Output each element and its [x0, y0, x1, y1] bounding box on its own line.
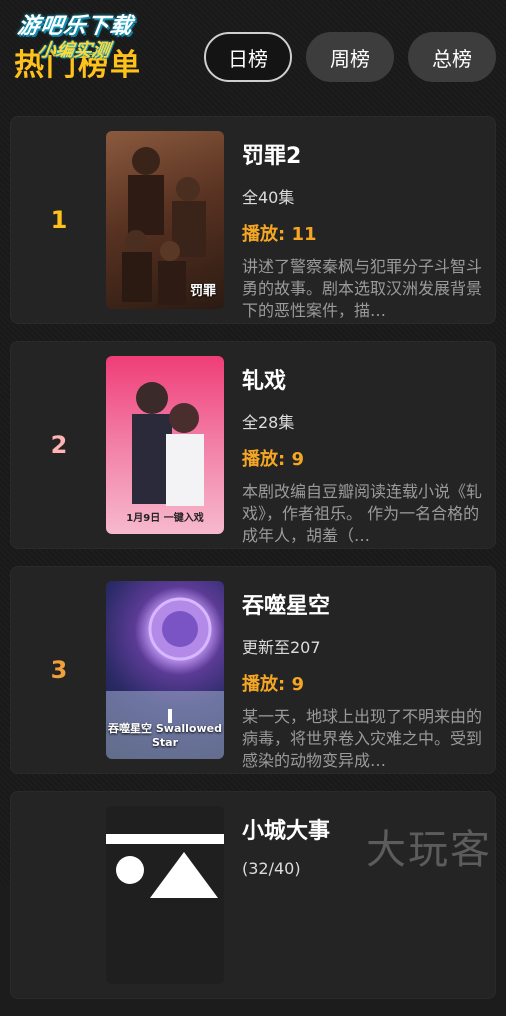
item-episodes: 更新至207	[242, 638, 321, 657]
tab-daily[interactable]: 日榜	[204, 32, 292, 82]
item-plays: 播放: 11	[242, 224, 317, 245]
poster-image[interactable]: 吞噬星空 Swallowed Star	[106, 581, 224, 759]
watermark-subtitle: 小编实测	[36, 40, 112, 61]
item-info: 轧戏 全28集 播放: 9 本剧改编自豆瓣阅读连载小说《轧戏》，作者祖乐。 作为…	[242, 363, 482, 547]
ranking-card[interactable]: 2 1月9日 一键入戏 轧戏 全28集 播放: 9 本剧改编自豆瓣阅读连载小说《…	[10, 341, 496, 549]
poster-caption: 1月9日 一键入戏	[126, 513, 204, 524]
poster-couple-illustration	[132, 382, 204, 506]
item-description: 讲述了警察秦枫与犯罪分子斗智斗勇的故事。剧本选取汉洲发展背景下的恶性案件，描…	[242, 257, 482, 320]
item-description	[242, 890, 482, 956]
ranking-card[interactable]: 3 吞噬星空 Swallowed Star 吞噬星空 更新至207 播放: 9 …	[10, 566, 496, 774]
item-title[interactable]: 罚罪2	[242, 138, 482, 170]
tab-overall[interactable]: 总榜	[408, 32, 496, 82]
item-plays: 播放: 9	[242, 674, 304, 695]
poster-placeholder[interactable]	[106, 806, 224, 984]
poster-caption: 吞噬星空 Swallowed Star	[108, 722, 222, 749]
item-description: 某一天，地球上出现了不明来由的病毒，将世界卷入灾难之中。受到感染的动物变异成…	[242, 707, 482, 770]
poster-image[interactable]: 罚罪	[106, 131, 224, 309]
item-title[interactable]: 轧戏	[242, 363, 482, 395]
ranking-tabs: 日榜 周榜 总榜	[204, 32, 496, 82]
rank-number: 2	[50, 431, 68, 459]
poster-image[interactable]: 1月9日 一键入戏	[106, 356, 224, 534]
ranking-list: 1 罚罪 罚罪2 全40集 播放: 11 讲述了警察秦枫与犯罪分子斗智斗勇的故事…	[10, 116, 496, 1016]
rank-number: 1	[50, 206, 68, 234]
item-info: 吞噬星空 更新至207 播放: 9 某一天，地球上出现了不明来由的病毒，将世界卷…	[242, 588, 482, 772]
rank-number: 3	[50, 656, 68, 684]
rank-number	[46, 791, 72, 999]
item-episodes: 全40集	[242, 188, 295, 207]
poster-caption: 罚罪	[189, 284, 216, 299]
item-episodes: 全28集	[242, 413, 295, 432]
watermark-bottom: 大玩客	[366, 827, 492, 873]
item-plays: 播放: 9	[242, 449, 304, 470]
item-title[interactable]: 吞噬星空	[242, 588, 482, 620]
tab-weekly[interactable]: 周榜	[306, 32, 394, 82]
image-placeholder-icon	[106, 834, 224, 898]
header: 热门榜单 游吧乐下载 小编实测 日榜 周榜 总榜	[0, 0, 506, 100]
ranking-card[interactable]: 1 罚罪 罚罪2 全40集 播放: 11 讲述了警察秦枫与犯罪分子斗智斗勇的故事…	[10, 116, 496, 324]
item-info: 罚罪2 全40集 播放: 11 讲述了警察秦枫与犯罪分子斗智斗勇的故事。剧本选取…	[242, 138, 482, 322]
item-description: 本剧改编自豆瓣阅读连载小说《轧戏》，作者祖乐。 作为一名合格的成年人，胡羞（…	[242, 482, 482, 545]
